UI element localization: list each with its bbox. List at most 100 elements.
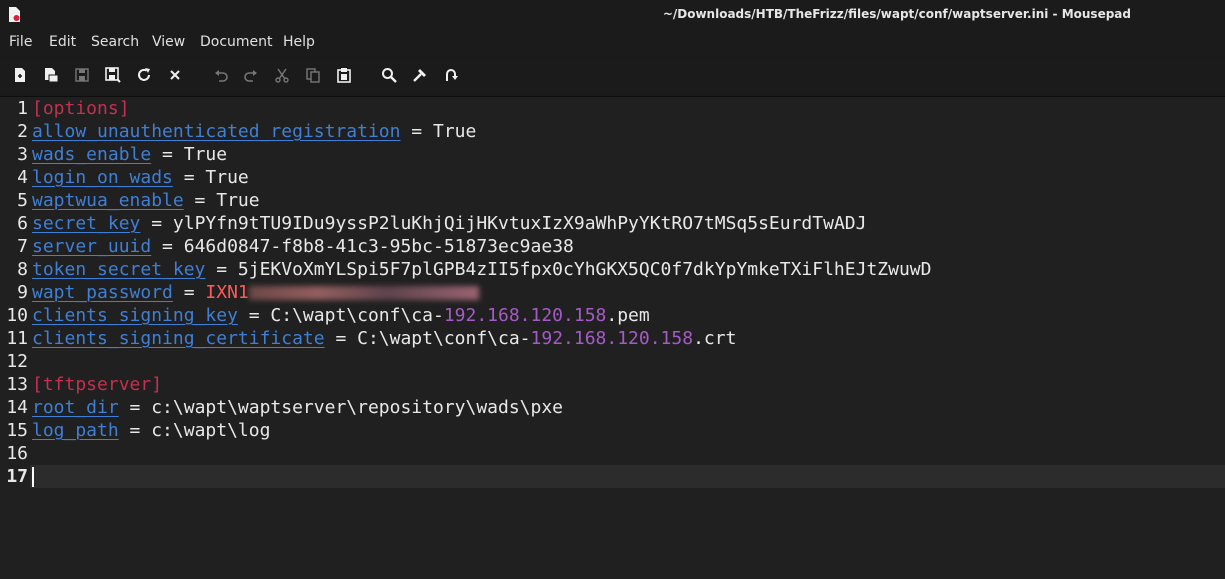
ini-section: [options] (32, 98, 130, 119)
ip-address: 192.168.120.158 (443, 305, 607, 326)
ini-value-prefix: C:\wapt\conf\ca- (357, 328, 531, 349)
ini-equals: = (118, 397, 152, 418)
ini-key: waptwua_enable (32, 190, 184, 211)
code-line: clients_signing_certificate = C:\wapt\co… (32, 327, 1225, 350)
ini-key: clients_signing_certificate (32, 328, 325, 349)
reload-icon[interactable] (135, 66, 153, 84)
ini-equals: = (151, 236, 184, 257)
code-line: login_on_wads = True (32, 166, 1225, 189)
menu-edit[interactable]: Edit (49, 34, 76, 50)
line-number: 5 (17, 190, 28, 211)
redacted-password-blur (248, 286, 479, 300)
ini-equals: = (324, 328, 358, 349)
ini-value: True (216, 190, 260, 211)
ini-key: allow_unauthenticated_registration (32, 121, 401, 142)
text-cursor (32, 467, 34, 487)
ini-value: ylPYfn9tTU9IDu9yssP2luKhjQijHKvtuxIzX9aW… (172, 213, 867, 234)
line-number: 12 (6, 351, 28, 372)
ini-key: wads_enable (32, 144, 152, 165)
redo-icon[interactable] (242, 66, 260, 84)
password-value: IXN1 (205, 282, 249, 303)
ini-value-suffix: .crt (693, 328, 737, 349)
code-line: server_uuid = 646d0847-f8b8-41c3-95bc-51… (32, 235, 1225, 258)
ini-key: clients_signing_key (32, 305, 238, 326)
save-icon[interactable] (73, 66, 91, 84)
ini-value: c:\wapt\waptserver\repository\wads\pxe (151, 397, 564, 418)
copy-icon[interactable] (304, 66, 322, 84)
code-line: [tftpserver] (32, 373, 1225, 396)
ini-equals: = (172, 282, 206, 303)
new-document-icon[interactable] (11, 66, 29, 84)
ini-value: True (183, 144, 228, 165)
close-icon[interactable] (166, 66, 184, 84)
ini-equals: = (183, 190, 217, 211)
line-number: 7 (17, 236, 28, 257)
code-line: wads_enable = True (32, 143, 1225, 166)
line-number: 13 (6, 374, 28, 395)
ini-equals: = (151, 144, 184, 165)
code-line: log_path = c:\wapt\log (32, 419, 1225, 442)
undo-icon[interactable] (212, 66, 230, 84)
editor-area[interactable]: 1 2 3 4 5 6 7 8 9 10 11 12 13 14 15 16 1… (0, 96, 1225, 579)
code-line: allow_unauthenticated_registration = Tru… (32, 120, 1225, 143)
line-number: 16 (6, 443, 28, 464)
paste-icon[interactable] (335, 66, 353, 84)
code-line: root_dir = c:\wapt\waptserver\repository… (32, 396, 1225, 419)
ini-equals: = (205, 259, 238, 280)
toolbar (0, 58, 1225, 92)
ini-equals: = (172, 167, 206, 188)
code-line: [options] (32, 97, 1225, 120)
code-line: wapt_password = IXN1 (32, 281, 1225, 304)
line-number: 4 (17, 167, 28, 188)
ini-equals: = (118, 420, 152, 441)
ini-key: secret_key (32, 213, 141, 234)
line-number-gutter: 1 2 3 4 5 6 7 8 9 10 11 12 13 14 15 16 1… (0, 97, 30, 579)
ini-key: server_uuid (32, 236, 152, 257)
window-title: ~/Downloads/HTB/TheFrizz/files/wapt/conf… (662, 7, 1131, 21)
ini-value-suffix: .pem (606, 305, 650, 326)
menu-search[interactable]: Search (91, 34, 139, 50)
code-line: clients_signing_key = C:\wapt\conf\ca-19… (32, 304, 1225, 327)
code-line: waptwua_enable = True (32, 189, 1225, 212)
menu-document[interactable]: Document (200, 34, 273, 50)
goto-icon[interactable] (442, 66, 460, 84)
cut-icon[interactable] (273, 66, 291, 84)
line-number: 3 (17, 144, 28, 165)
ini-equals: = (237, 305, 271, 326)
ip-address: 192.168.120.158 (530, 328, 694, 349)
code-line: token_secret_key = 5jEKVoXmYLSpi5F7plGPB… (32, 258, 1225, 281)
code-line: secret_key = ylPYfn9tTU9IDu9yssP2luKhjQi… (32, 212, 1225, 235)
title-bar: ~/Downloads/HTB/TheFrizz/files/wapt/conf… (0, 0, 1225, 30)
ini-key: root_dir (32, 397, 119, 418)
menu-help[interactable]: Help (283, 34, 315, 50)
ini-section: [tftpserver] (32, 374, 163, 395)
line-number: 6 (17, 213, 28, 234)
save-as-icon[interactable] (104, 66, 122, 84)
line-number: 1 (17, 98, 28, 119)
find-replace-icon[interactable] (411, 66, 429, 84)
ini-value-prefix: C:\wapt\conf\ca- (270, 305, 444, 326)
line-number: 9 (17, 282, 28, 303)
menu-bar: File Edit Search View Document Help (0, 30, 1225, 56)
new-window-icon[interactable] (42, 66, 60, 84)
ini-equals: = (400, 121, 433, 142)
line-number: 8 (17, 259, 28, 280)
find-icon[interactable] (380, 66, 398, 84)
line-number: 15 (6, 420, 28, 441)
ini-key: login_on_wads (32, 167, 173, 188)
line-number: 11 (6, 328, 28, 349)
line-number: 10 (6, 305, 28, 326)
menu-file[interactable]: File (9, 34, 32, 50)
ini-value: 5jEKVoXmYLSpi5F7plGPB4zII5fpx0cYhGKX5QC0… (237, 259, 932, 280)
ini-key: token_secret_key (32, 259, 206, 280)
ini-value: True (205, 167, 249, 188)
current-line-highlight (30, 465, 1225, 488)
ini-value: c:\wapt\log (151, 420, 271, 441)
ini-value: True (432, 121, 477, 142)
line-number-current: 17 (6, 466, 28, 487)
ini-key: wapt_password (32, 282, 173, 303)
ini-equals: = (140, 213, 173, 234)
menu-view[interactable]: View (152, 34, 185, 50)
ini-value: 646d0847-f8b8-41c3-95bc-51873ec9ae38 (183, 236, 574, 257)
ini-key: log_path (32, 420, 119, 441)
